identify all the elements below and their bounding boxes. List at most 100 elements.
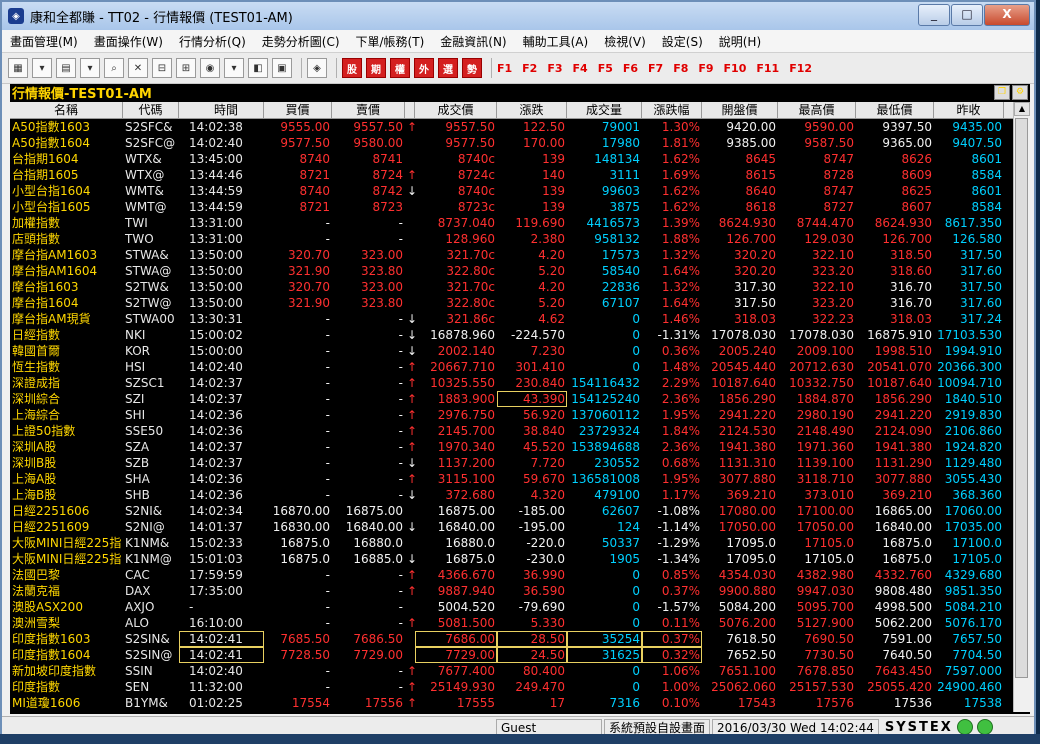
menu-screen-ops[interactable]: 畫面操作(W) [86, 33, 171, 50]
stock-button[interactable]: 股 [342, 58, 362, 78]
f4-key[interactable]: F4 [573, 62, 588, 75]
table-row[interactable]: 台指期1604 WTX& 13:45:00 8740 8741 8740c 139 14813… [10, 151, 1013, 167]
column-header[interactable]: 成交價 [415, 102, 497, 118]
search-icon[interactable]: ⌕ [104, 58, 124, 78]
table-row[interactable]: 摩台指AM1604 STWA@ 13:50:00 321.90 323.80 322.80… [10, 263, 1013, 279]
maximize-button[interactable]: □ [951, 4, 983, 26]
column-header[interactable]: 名稱 [10, 102, 123, 118]
column-header[interactable]: 昨收 [934, 102, 1004, 118]
menu-trend-chart[interactable]: 走勢分析圖(C) [254, 33, 348, 50]
globe-icon[interactable]: ◉ [200, 58, 220, 78]
dropdown-icon[interactable]: ▾ [224, 58, 244, 78]
layout-icon[interactable]: ▦ [8, 58, 28, 78]
table-row[interactable]: 澳洲雪梨ALO16:10:00--↑5081.5005.33000.11%507… [10, 615, 1013, 631]
table-row[interactable]: 台指期1605 WTX@ 13:44:46 8721 8724↑ 8724c 140 3111… [10, 167, 1013, 183]
table-row[interactable]: 深圳綜合SZI14:02:37--↑1883.90043.39015412524… [10, 391, 1013, 407]
f2-key[interactable]: F2 [522, 62, 537, 75]
table-row[interactable]: MI道瓊1606 B1YM&01:02:25 17554 17556↑ 17555 17 7… [10, 695, 1013, 711]
table-row[interactable]: A50指數1603S2SFC&14:02:389555.009557.50↑95… [10, 119, 1013, 135]
table-row[interactable]: 深圳A股SZA14:02:37--↑1970.34045.52015389468… [10, 439, 1013, 455]
table-row[interactable]: A50指數1604 S2SFC@ 14:02:40 9577.50 9580.00 957… [10, 135, 1013, 151]
column-header[interactable]: 漲跌 [497, 102, 567, 118]
f12-key[interactable]: F12 [789, 62, 812, 75]
table-row[interactable]: 法國巴黎CAC17:59:59--↑4366.67036.99000.85%43… [10, 567, 1013, 583]
table-row[interactable]: 摩台指AM1603 STWA& 13:50:00 320.70 323.00 321.70… [10, 247, 1013, 263]
table-row[interactable]: 新加坡印度指數SSIN14:02:40--↑7677.40080.40001.0… [10, 663, 1013, 679]
table-row[interactable]: 澳股ASX200 AXJO - - - 5004.520 -79.690 0 -1.57% 508… [10, 599, 1013, 615]
column-header[interactable] [405, 102, 415, 118]
f6-key[interactable]: F6 [623, 62, 638, 75]
table-row[interactable]: 法蘭克福DAX17:35:00--↑9887.94036.59000.37%99… [10, 583, 1013, 599]
brand-icon[interactable]: ◈ [307, 58, 327, 78]
scroll-thumb[interactable] [1015, 118, 1028, 678]
columns-icon[interactable]: ⊞ [176, 58, 196, 78]
menu-settings[interactable]: 設定(S) [654, 33, 711, 50]
f5-key[interactable]: F5 [598, 62, 613, 75]
close-button[interactable]: X [984, 4, 1030, 26]
menu-order-account[interactable]: 下單/帳務(T) [348, 33, 433, 50]
menu-finance-info[interactable]: 金融資訊(N) [432, 33, 514, 50]
column-header[interactable]: 最低價 [856, 102, 934, 118]
trend-button[interactable]: 勢 [462, 58, 482, 78]
settings-panel-icon[interactable]: ⚙ [1012, 85, 1028, 100]
column-header[interactable]: 最高價 [778, 102, 856, 118]
menu-quote-analysis[interactable]: 行情分析(Q) [171, 33, 254, 50]
table-row[interactable]: 上海綜合SHI14:02:36--↑2976.75056.92013706011… [10, 407, 1013, 423]
dropdown-icon[interactable]: ▾ [32, 58, 52, 78]
f7-key[interactable]: F7 [648, 62, 663, 75]
menu-screen-mgmt[interactable]: 畫面管理(M) [2, 33, 86, 50]
table-row[interactable]: 印度指數1604 S2SIN@ 14:02:41 7728.50 7729.00 7729… [10, 647, 1013, 663]
f8-key[interactable]: F8 [673, 62, 688, 75]
dropdown-icon[interactable]: ▾ [80, 58, 100, 78]
table-row[interactable]: 深圳B股SZB14:02:37--↓1137.2007.7202305520.6… [10, 455, 1013, 471]
f11-key[interactable]: F11 [756, 62, 779, 75]
chart-icon[interactable]: ◧ [248, 58, 268, 78]
menu-tools[interactable]: 輔助工具(A) [515, 33, 597, 50]
table-row[interactable]: 恆生指數HSI14:02:40--↑20667.710301.41001.48%… [10, 359, 1013, 375]
column-header[interactable]: 漲跌幅 [642, 102, 702, 118]
vertical-scrollbar[interactable]: ▲ [1013, 102, 1030, 712]
minimize-button[interactable]: _ [918, 4, 950, 26]
futures-button[interactable]: 期 [366, 58, 386, 78]
column-header[interactable]: 成交量 [567, 102, 642, 118]
table-row[interactable]: 印度指數1603 S2SIN& 14:02:41 7685.50 7686.50 7686… [10, 631, 1013, 647]
cancel-order-icon[interactable]: ✕ [128, 58, 148, 78]
table-row[interactable]: 摩台指1604 S2TW@ 13:50:00 321.90 323.80 322.80c 5… [10, 295, 1013, 311]
menu-view[interactable]: 檢視(V) [596, 33, 654, 50]
table-row[interactable]: 店頭指數 TWO 13:31:00 - - 128.960 2.380 958132 1.88%… [10, 231, 1013, 247]
table-row[interactable]: 日經2251609S2NI@14:01:3716830.0016840.00↓1… [10, 519, 1013, 535]
table-row[interactable]: 摩台指1603 S2TW& 13:50:00 320.70 323.00 321.70c 4… [10, 279, 1013, 295]
table-row[interactable]: 大阪MINI日經225指 K1NM& 15:02:33 16875.0 16880.0 1… [10, 535, 1013, 551]
table-row[interactable]: 上證50指數SSE5014:02:36--↑2145.70038.8402372… [10, 423, 1013, 439]
column-header[interactable]: 時間 [179, 102, 264, 118]
table-row[interactable]: 韓國首爾KOR15:00:00--↓2002.1407.23000.36%200… [10, 343, 1013, 359]
table-row[interactable]: 上海A股SHA14:02:36--↑3115.10059.67013658100… [10, 471, 1013, 487]
column-header[interactable]: 賣價 [332, 102, 405, 118]
table-row[interactable]: 深證成指SZSC114:02:37--↑10325.550230.8401541… [10, 375, 1013, 391]
scroll-up-icon[interactable]: ▲ [1014, 102, 1030, 116]
table-row[interactable]: 小型台指1604 WMT&13:44:59 8740 8742↓ 8740c 139 996… [10, 183, 1013, 199]
split-icon[interactable]: ⊟ [152, 58, 172, 78]
f9-key[interactable]: F9 [698, 62, 713, 75]
select-button[interactable]: 選 [438, 58, 458, 78]
restore-panel-icon[interactable]: ❐ [994, 85, 1010, 100]
column-header[interactable]: 買價 [264, 102, 332, 118]
f1-key[interactable]: F1 [497, 62, 512, 75]
title-bar[interactable]: ◈ 康和全都賺 - TT02 - 行情報價 (TEST01-AM) _ □ X [2, 2, 1034, 30]
f10-key[interactable]: F10 [724, 62, 747, 75]
table-row[interactable]: 印度指數SEN11:32:00--↑25149.930249.47001.00%… [10, 679, 1013, 695]
table-row[interactable]: 上海B股SHB14:02:36--↓372.6804.3204791001.17… [10, 487, 1013, 503]
menu-help[interactable]: 說明(H) [711, 33, 769, 50]
table-row[interactable]: 加權指數 TWI 13:31:00 - - 8737.040 119.690 4416573 1… [10, 215, 1013, 231]
options-button[interactable]: 權 [390, 58, 410, 78]
table-row[interactable]: 小型台指1605 WMT@ 13:44:59 8721 8723 8723c 139 3875… [10, 199, 1013, 215]
f3-key[interactable]: F3 [547, 62, 562, 75]
document-icon[interactable]: ▤ [56, 58, 76, 78]
table-row[interactable]: 日經指數NKI15:00:02--↓16878.960-224.5700-1.3… [10, 327, 1013, 343]
table-row[interactable]: 摩台指AM現貨STWA0013:30:31--↓321.86c4.6201.46… [10, 311, 1013, 327]
table-row[interactable]: 大阪MINI日經225指K1NM@ 15:01:03 16875.0 16885.0↓… [10, 551, 1013, 567]
column-header[interactable]: 開盤價 [702, 102, 778, 118]
column-header[interactable]: 代碼 [123, 102, 179, 118]
table-row[interactable]: 日經2251606 S2NI& 14:02:34 16870.00 16875.00 16… [10, 503, 1013, 519]
monitor-icon[interactable]: ▣ [272, 58, 292, 78]
